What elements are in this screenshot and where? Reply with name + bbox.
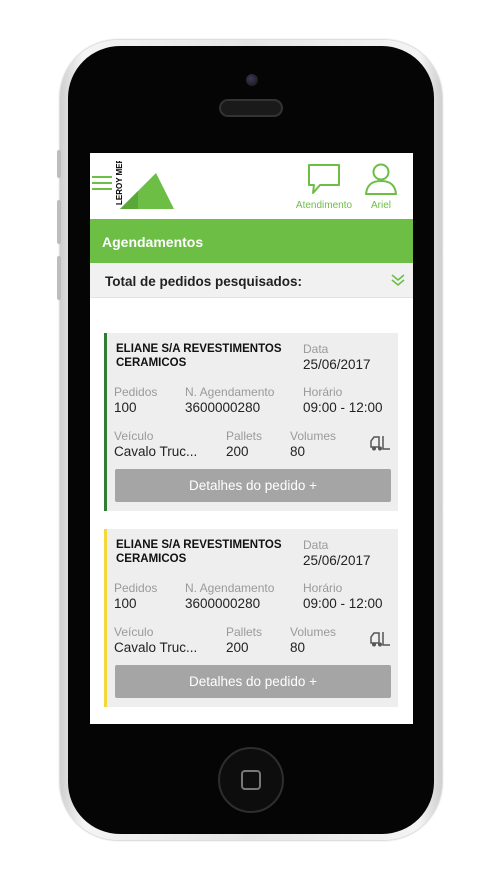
company-name: ELIANE S/A REVESTIMENTOS CERAMICOS [116,343,282,369]
total-orders-bar[interactable]: Total de pedidos pesquisados: [90,263,413,298]
volumes-label: Volumes [290,625,337,639]
veiculo-value: Cavalo Truc... [114,444,198,459]
volumes-value: 80 [290,444,306,459]
app-header: LEROY MERLIN Atendimento Ariel [90,153,413,219]
earpiece-speaker [219,99,283,117]
page-title-bar: Agendamentos [90,219,413,263]
order-details-button[interactable]: Detalhes do pedido + [115,665,391,698]
chat-bubble-icon [308,164,340,194]
page-title: Agendamentos [102,234,204,250]
pedidos-value: 100 [114,596,137,611]
leroy-merlin-logo: LEROY MERLIN [116,161,174,209]
total-orders-label: Total de pedidos pesquisados: [105,274,303,289]
app-screen: LEROY MERLIN Atendimento Ariel Agendamen… [90,153,413,724]
veiculo-label: Veículo [114,625,154,639]
agendamento-value: 3600000280 [185,596,261,611]
home-button[interactable] [218,747,284,813]
pallets-label: Pallets [226,429,263,443]
date-label: Data [303,342,329,356]
user-button[interactable]: Ariel [356,163,406,211]
support-label: Atendimento [295,200,353,211]
veiculo-value: Cavalo Truc... [114,640,198,655]
double-chevron-down-icon[interactable] [391,273,405,287]
home-square-icon [241,770,261,790]
horario-value: 09:00 - 12:00 [303,400,383,415]
date-value: 25/06/2017 [303,553,371,568]
pallets-label: Pallets [226,625,263,639]
horario-label: Horário [303,581,343,595]
support-button[interactable]: Atendimento [290,163,358,211]
front-camera [246,74,258,86]
volumes-value: 80 [290,640,306,655]
company-name: ELIANE S/A REVESTIMENTOS CERAMICOS [116,539,282,565]
svg-text:LEROY MERLIN: LEROY MERLIN [116,161,124,205]
veiculo-label: Veículo [114,429,154,443]
horario-label: Horário [303,385,343,399]
order-details-button[interactable]: Detalhes do pedido + [115,469,391,502]
agendamento-label: N. Agendamento [185,581,275,595]
pallets-value: 200 [226,640,249,655]
order-card: ELIANE S/A REVESTIMENTOS CERAMICOS Data … [104,529,398,707]
date-label: Data [303,538,329,552]
pedidos-label: Pedidos [114,581,158,595]
agendamento-label: N. Agendamento [185,385,275,399]
date-value: 25/06/2017 [303,357,371,372]
pedidos-value: 100 [114,400,137,415]
forklift-icon [370,436,390,451]
volumes-label: Volumes [290,429,337,443]
user-label: Ariel [370,200,391,211]
pallets-value: 200 [226,444,249,459]
volume-up-button [57,200,61,244]
hamburger-icon[interactable] [92,176,112,190]
pedidos-label: Pedidos [114,385,158,399]
volume-down-button [57,256,61,300]
agendamento-value: 3600000280 [185,400,261,415]
horario-value: 09:00 - 12:00 [303,596,383,611]
mute-switch [57,150,61,178]
order-card: ELIANE S/A REVESTIMENTOS CERAMICOS Data … [104,333,398,511]
user-icon [365,163,397,195]
forklift-icon [370,632,390,647]
